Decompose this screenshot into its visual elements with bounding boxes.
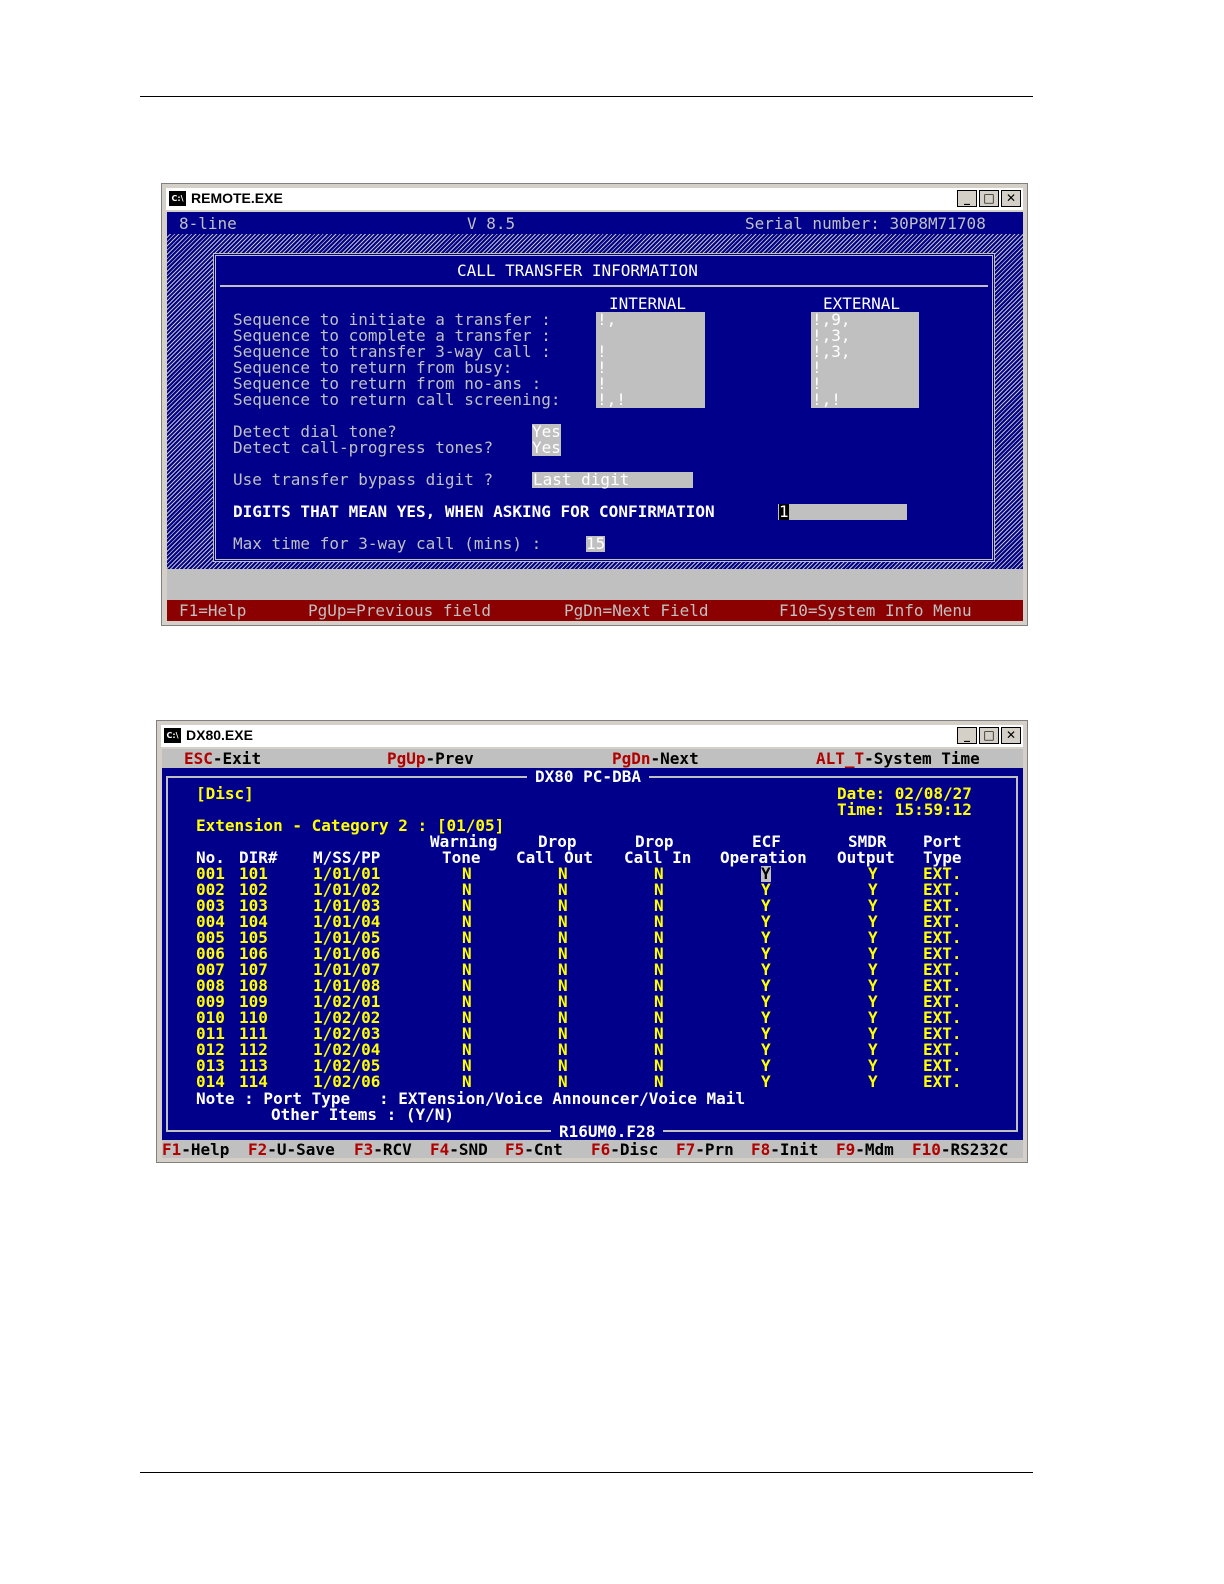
previous-field-key[interactable]: PgUp=Previous field [308, 603, 491, 619]
mode-indicator: [Disc] [196, 784, 254, 803]
header-line-label: 8-line [179, 214, 237, 233]
drop-call-in-value[interactable]: N [654, 1074, 664, 1090]
dx80-window-title: DX80.EXE [186, 727, 253, 743]
minimize-button[interactable]: _ [957, 727, 977, 744]
panel-title: CALL TRANSFER INFORMATION [457, 261, 698, 280]
dx80-console: ESC-Exit PgUp-Prev PgDn-Next ALT_T-Syste… [162, 749, 1023, 1158]
bypass-digit-value[interactable]: Last digit [533, 472, 629, 488]
bypass-digit-label: Use transfer bypass digit ? [233, 470, 494, 489]
max-time-label: Max time for 3-way call (mins) : [233, 534, 542, 553]
serial-number: Serial number: 30P8M71708 [745, 214, 986, 233]
function-key-f10[interactable]: F10-RS232C [912, 1142, 1008, 1158]
function-key-f4[interactable]: F4-SND [430, 1142, 488, 1158]
confirmation-digits-field[interactable] [778, 504, 907, 520]
dir-number: 114 [239, 1072, 268, 1091]
function-key-f1[interactable]: F1-Help [162, 1142, 229, 1158]
system-info-menu-key[interactable]: F10=System Info Menu [779, 603, 972, 619]
help-key[interactable]: F1=Help [179, 603, 246, 619]
function-key-f3[interactable]: F3-RCV [354, 1142, 412, 1158]
smdr-output-value[interactable]: Y [868, 1074, 878, 1090]
next-field-key[interactable]: PgDn=Next Field [564, 603, 709, 619]
maximize-button[interactable]: □ [979, 190, 999, 207]
port-type-value[interactable]: EXT. [923, 1074, 962, 1090]
row-number: 014 [196, 1072, 225, 1091]
internal-column-header: INTERNAL [609, 294, 687, 313]
ecf-operation-value[interactable]: Y [761, 1074, 771, 1090]
function-key-f9[interactable]: F9-Mdm [836, 1142, 894, 1158]
function-key-f7[interactable]: F7-Prn [676, 1142, 734, 1158]
drop-call-out-value[interactable]: N [558, 1074, 568, 1090]
page-header-rule [140, 96, 1033, 97]
drop-call-out-header: Call Out [516, 848, 594, 867]
version-label: V 8.5 [467, 214, 516, 233]
internal-sequence-value[interactable]: !,! [597, 392, 626, 408]
remote-window: C:\ REMOTE.EXE _ □ ✕ 8-line V 8.5 Serial… [161, 183, 1028, 626]
confirmation-digits-value[interactable]: 1 [779, 504, 789, 520]
next-key[interactable]: PgDn-Next [612, 751, 699, 767]
smdr-output-header: Output [837, 848, 895, 867]
console-icon: C:\ [169, 191, 186, 206]
other-items-note: Other Items : (Y/N) [271, 1105, 455, 1124]
dx80-window: C:\ DX80.EXE _ □ ✕ ESC-Exit PgUp-Prev Pg… [156, 720, 1028, 1163]
close-button[interactable]: ✕ [1001, 727, 1021, 744]
confirmation-digits-label: DIGITS THAT MEAN YES, WHEN ASKING FOR CO… [233, 502, 715, 521]
function-key-f5[interactable]: F5-Cnt [505, 1142, 563, 1158]
function-key-f8[interactable]: F8-Init [751, 1142, 818, 1158]
port-location: 1/02/06 [313, 1072, 381, 1091]
dx80-titlebar[interactable]: C:\ DX80.EXE _ □ ✕ [161, 725, 1023, 747]
time-readout: Time: 15:59:12 [837, 800, 972, 819]
remote-console: 8-line V 8.5 Serial number: 30P8M71708 C… [167, 212, 1023, 621]
max-time-field[interactable]: 15 [586, 536, 606, 552]
detect-call-progress-field[interactable]: Yes [532, 440, 561, 456]
panel-title-divider [220, 285, 988, 287]
file-name: R16UM0.F28 [551, 1124, 664, 1140]
internal-sequence-value[interactable]: !, [597, 312, 616, 328]
detect-call-progress-label: Detect call-progress tones? [233, 438, 494, 457]
page-footer-rule [140, 1472, 1033, 1473]
external-sequence-value[interactable]: !,! [812, 392, 841, 408]
exit-key[interactable]: ESC-Exit [184, 751, 261, 767]
status-strip [167, 569, 1023, 600]
sequence-label: Sequence to return call screening: [233, 390, 561, 409]
remote-window-title: REMOTE.EXE [191, 190, 283, 206]
minimize-button[interactable]: _ [957, 190, 977, 207]
warning-tone-value[interactable]: N [462, 1074, 472, 1090]
remote-titlebar[interactable]: C:\ REMOTE.EXE _ □ ✕ [166, 188, 1023, 210]
prev-key[interactable]: PgUp-Prev [387, 751, 474, 767]
app-title: DX80 PC-DBA [527, 769, 649, 785]
function-key-f6[interactable]: F6-Disc [591, 1142, 658, 1158]
close-button[interactable]: ✕ [1001, 190, 1021, 207]
console-icon: C:\ [164, 728, 181, 743]
function-key-f2[interactable]: F2-U-Save [248, 1142, 335, 1158]
maximize-button[interactable]: □ [979, 727, 999, 744]
system-time-key[interactable]: ALT_T-System Time [816, 751, 980, 767]
